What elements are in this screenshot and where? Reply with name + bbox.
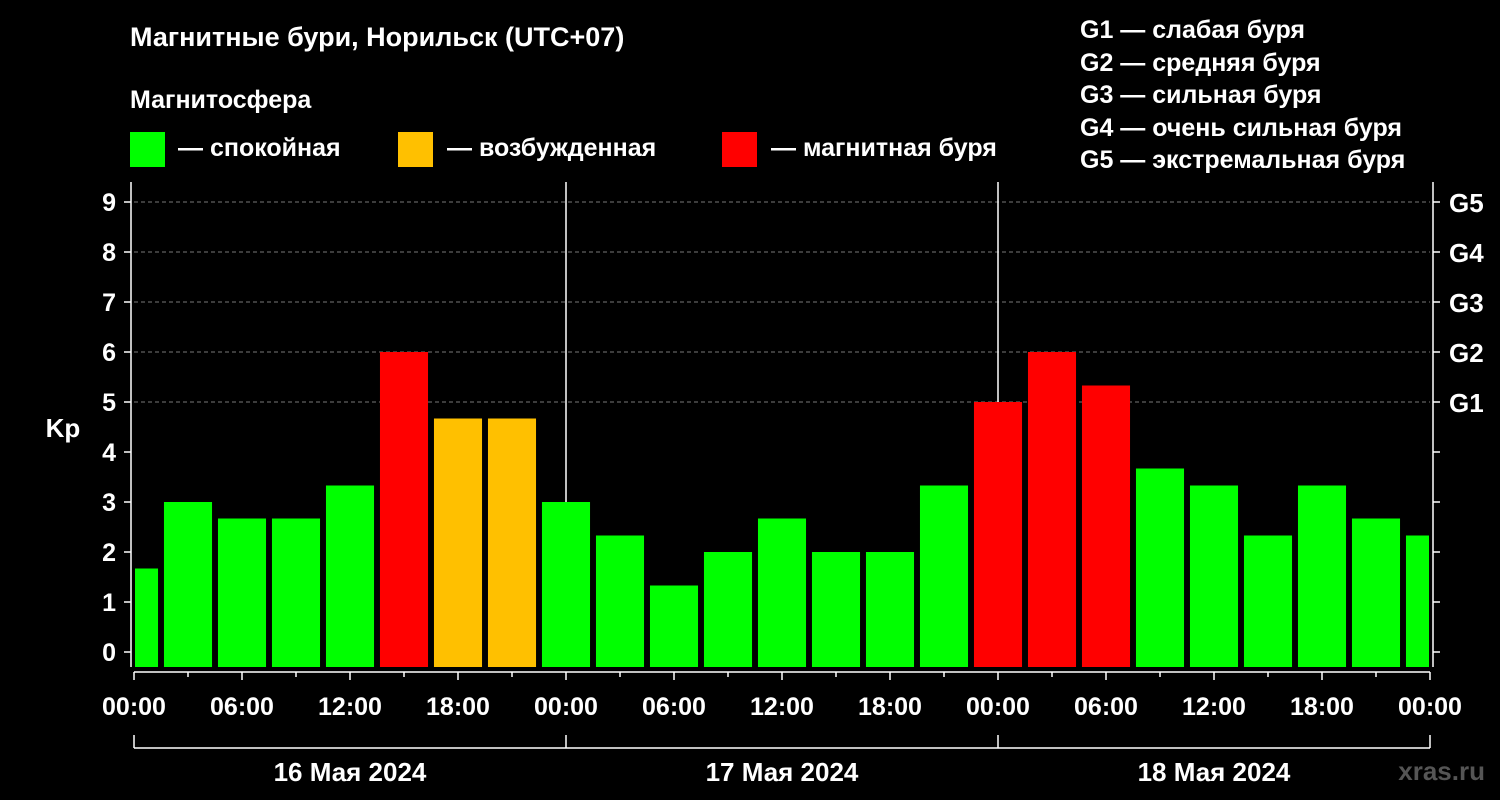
x-tick-label: 12:00 [1182,693,1246,721]
kp-bar [1405,535,1429,667]
date-label: 18 Мая 2024 [1138,757,1291,787]
x-tick-label: 06:00 [210,693,274,721]
kp-bar [1243,535,1293,667]
y-axis-label: Kp [46,413,81,443]
y-tick-label: 8 [102,239,116,267]
date-label: 17 Мая 2024 [706,757,859,787]
kp-bar [271,518,321,667]
x-tick-label: 00:00 [966,693,1030,721]
y-tick-label: 2 [102,539,116,567]
x-tick-label: 18:00 [1290,693,1354,721]
y-tick-label: 6 [102,339,116,367]
g-scale-tick-label: G4 [1449,238,1484,268]
y-tick-label: 3 [102,489,116,517]
watermark: xras.ru [1398,756,1485,786]
kp-bar [1351,518,1401,667]
x-tick-label: 12:00 [750,693,814,721]
kp-bar [973,402,1023,667]
x-tick-label: 00:00 [1398,693,1462,721]
kp-bar [703,552,753,667]
y-tick-label: 7 [102,289,116,317]
g-scale-tick-label: G2 [1449,338,1484,368]
y-tick-label: 1 [102,589,116,617]
kp-bar [135,568,159,667]
x-tick-label: 06:00 [1074,693,1138,721]
kp-bar [919,485,969,667]
kp-bar [865,552,915,667]
kp-chart: 0 1 2 3 4 5 6 7 8 9 G1 G2 G3 G4 G5 Kp 00:00 06:00 12:00 18:… [46,182,1484,787]
x-tick-label: 06:00 [642,693,706,721]
kp-bar [379,352,429,667]
x-tick-label: 00:00 [534,693,598,721]
y-tick-label: 0 [102,639,116,667]
kp-bar [1189,485,1239,667]
kp-bar [163,502,213,667]
kp-bar [1135,468,1185,667]
kp-bar [595,535,645,667]
kp-bar [433,418,483,667]
kp-bar [1027,352,1077,667]
date-label: 16 Мая 2024 [274,757,427,787]
g-scale-tick-label: G3 [1449,288,1484,318]
kp-bar [1081,385,1131,667]
y-tick-label: 4 [102,439,116,467]
x-tick-label: 18:00 [858,693,922,721]
y-tick-label: 9 [102,189,116,217]
kp-bar [649,585,699,667]
kp-bar [325,485,375,667]
kp-bar [541,502,591,667]
kp-bar [217,518,267,667]
y-tick-label: 5 [102,389,116,417]
kp-bar [757,518,807,667]
kp-bar [487,418,537,667]
kp-bar [1297,485,1347,667]
x-tick-label: 18:00 [426,693,490,721]
x-tick-label: 12:00 [318,693,382,721]
g-scale-tick-label: G5 [1449,188,1484,218]
kp-bar [811,552,861,667]
g-scale-tick-label: G1 [1449,388,1484,418]
x-tick-label: 00:00 [102,693,166,721]
